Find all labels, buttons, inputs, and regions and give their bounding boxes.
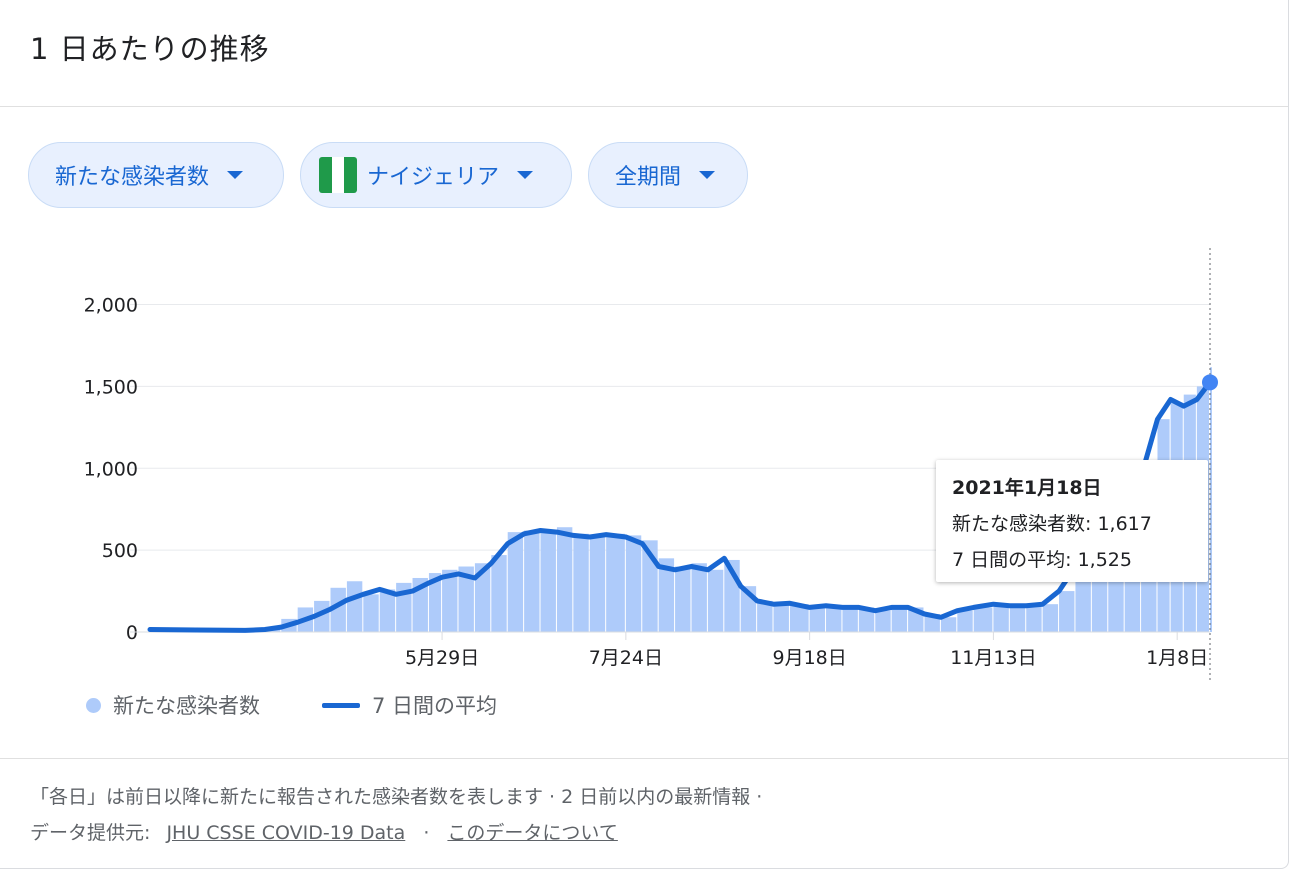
case-bar: [556, 527, 573, 632]
chevron-down-icon: [227, 171, 244, 179]
case-bar: [675, 566, 691, 632]
case-bar: [773, 604, 789, 632]
footer-divider: [0, 758, 1288, 759]
metric-selector-label: 新たな感染者数: [55, 165, 210, 190]
y-tick-label: 0: [126, 622, 138, 644]
case-bar: [507, 532, 524, 632]
period-selector[interactable]: 全期間: [588, 142, 748, 208]
case-bar: [957, 610, 973, 632]
country-selector[interactable]: ナイジェリア: [300, 142, 572, 208]
case-bar: [707, 569, 724, 632]
case-bar: [842, 607, 858, 632]
case-bar: [363, 594, 379, 632]
legend-label-average: 7 日間の平均: [372, 694, 498, 718]
y-tick-label: 2,000: [84, 295, 138, 317]
header-divider: [0, 106, 1288, 107]
legend-item-cases[interactable]: 新たな感染者数: [86, 690, 260, 720]
footer-separator: ·: [423, 822, 430, 844]
case-bar: [524, 530, 540, 632]
footer-note: 「各日」は前日以降に新たに報告された感染者数を表します · 2 日前以内の最新情…: [30, 786, 763, 808]
case-bar: [691, 563, 707, 632]
case-bar: [940, 617, 957, 632]
metric-selector[interactable]: 新たな感染者数: [28, 142, 284, 208]
case-bar: [1026, 605, 1042, 632]
x-tick-label: 5月29日: [405, 647, 479, 669]
case-bar: [346, 581, 363, 632]
case-bar: [589, 535, 606, 632]
case-bar: [491, 555, 507, 632]
legend-label-cases: 新たな感染者数: [113, 694, 260, 718]
case-bar: [973, 607, 993, 632]
case-bar: [809, 607, 826, 632]
case-bar: [1059, 591, 1075, 632]
x-tick-label: 1月8日: [1146, 647, 1208, 669]
tooltip-cases: 新たな感染者数: 1,617: [952, 513, 1152, 535]
case-bar: [573, 533, 589, 632]
case-bar: [625, 535, 642, 632]
case-bar: [826, 605, 842, 632]
case-bar: [540, 530, 556, 632]
legend-item-average[interactable]: 7 日間の平均: [322, 690, 497, 720]
case-bar: [875, 610, 891, 632]
y-tick-label: 1,500: [84, 376, 138, 398]
country-selector-label: ナイジェリア: [367, 165, 500, 190]
x-tick-label: 7月24日: [589, 647, 663, 669]
source-label: データ提供元:: [30, 822, 151, 844]
period-selector-label: 全期間: [615, 165, 682, 190]
source-link[interactable]: JHU CSSE COVID-19 Data: [166, 822, 405, 844]
y-tick-label: 1,000: [84, 458, 138, 480]
x-tick-label: 11月13日: [950, 647, 1036, 669]
tooltip-date: 2021年1月18日: [952, 477, 1102, 499]
x-tick-label: 9月18日: [772, 647, 846, 669]
chart-tooltip: 2021年1月18日 新たな感染者数: 1,617 7 日間の平均: 1,525: [936, 460, 1208, 582]
case-bar: [993, 604, 1009, 632]
daily-trend-card: 1 日あたりの推移 新たな感染者数 ナイジェリア 全期間 2,000 1,500 1…: [0, 0, 1289, 869]
page-title: 1 日あたりの推移: [30, 32, 270, 66]
tooltip-average: 7 日間の平均: 1,525: [952, 549, 1132, 571]
y-tick-label: 500: [102, 540, 138, 562]
legend-line-swatch: [322, 702, 360, 708]
highlight-point: [1202, 374, 1218, 391]
about-data-link[interactable]: このデータについて: [447, 822, 617, 844]
legend-bar-swatch: [86, 697, 101, 713]
nigeria-flag-icon: [319, 157, 357, 193]
case-bar: [606, 533, 625, 632]
footer-source-line: データ提供元: JHU CSSE COVID-19 Data · このデータにつ…: [30, 818, 618, 845]
chevron-down-icon: [517, 171, 534, 179]
case-bar: [1009, 604, 1026, 632]
chevron-down-icon: [699, 171, 716, 179]
case-bar: [891, 607, 908, 632]
case-bar: [1042, 604, 1059, 632]
